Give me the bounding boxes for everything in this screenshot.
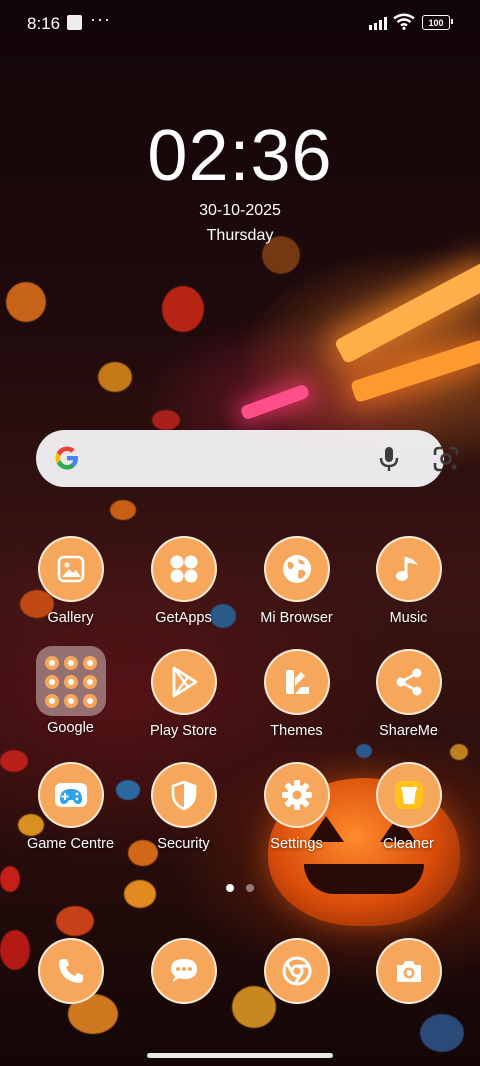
app-label: ShareMe — [379, 723, 438, 739]
app-label: Music — [389, 610, 428, 626]
status-time: 8:16 — [27, 14, 61, 33]
more-notifications-icon: ··· — [90, 9, 111, 29]
globe-icon — [263, 536, 330, 602]
shield-icon — [150, 762, 217, 828]
google-search-bar[interactable] — [36, 430, 459, 487]
app-label: Settings — [270, 836, 323, 852]
app-getapps[interactable]: GetApps — [127, 536, 240, 626]
app-label: Mi Browser — [260, 610, 333, 626]
home-gesture-bar[interactable] — [147, 1053, 333, 1058]
app-label: Game Centre — [26, 836, 115, 852]
page-dot — [246, 884, 254, 892]
wifi-icon — [393, 13, 415, 30]
app-label: Security — [157, 836, 210, 852]
app-label: Gallery — [47, 610, 94, 626]
page-dot-active — [226, 884, 234, 892]
battery-icon: 100 — [422, 15, 453, 30]
app-themes[interactable]: Themes — [240, 649, 353, 739]
app-label: Play Store — [150, 723, 217, 739]
gallery-icon — [37, 536, 104, 602]
app-cleaner[interactable]: Cleaner — [352, 762, 465, 852]
messages-icon — [150, 938, 217, 1004]
microphone-icon[interactable] — [376, 445, 402, 473]
app-security[interactable]: Security — [127, 762, 240, 852]
status-bar: 8:16 ··· 100 — [0, 0, 480, 48]
page-indicator[interactable] — [226, 884, 254, 892]
notification-square-icon — [67, 15, 82, 30]
camera-icon — [375, 938, 442, 1004]
app-music[interactable]: Music — [352, 536, 465, 626]
phone-icon — [37, 938, 104, 1004]
play-store-icon — [150, 649, 217, 715]
app-game-centre[interactable]: Game Centre — [14, 762, 127, 852]
app-label: Google — [47, 720, 94, 736]
dock-camera[interactable] — [352, 938, 465, 1004]
chrome-icon — [263, 938, 330, 1004]
app-mi-browser[interactable]: Mi Browser — [240, 536, 353, 626]
google-lens-icon[interactable] — [432, 445, 460, 473]
gamepad-icon — [37, 762, 104, 828]
clock-day: Thursday — [206, 227, 274, 244]
app-gallery[interactable]: Gallery — [14, 536, 127, 626]
themes-icon — [263, 649, 330, 715]
app-play-store[interactable]: Play Store — [127, 649, 240, 739]
dock-chrome[interactable] — [240, 938, 353, 1004]
app-label: GetApps — [155, 610, 212, 626]
app-shareme[interactable]: ShareMe — [352, 649, 465, 739]
app-settings[interactable]: Settings — [240, 762, 353, 852]
app-label: Cleaner — [383, 836, 434, 852]
folder-google[interactable]: Google — [14, 646, 127, 736]
music-note-icon — [375, 536, 442, 602]
trash-bin-icon — [375, 762, 442, 828]
google-g-icon — [55, 446, 78, 470]
clock-time[interactable]: 02:36 — [0, 114, 480, 198]
getapps-icon — [150, 536, 217, 602]
gear-icon — [263, 762, 330, 828]
dock-phone[interactable] — [14, 938, 127, 1004]
folder-icon — [35, 646, 106, 716]
app-label: Themes — [270, 723, 323, 739]
clock-date: 30-10-2025 — [199, 202, 281, 219]
signal-icon — [369, 16, 387, 30]
dock-messages[interactable] — [127, 938, 240, 1004]
share-icon — [375, 649, 442, 715]
